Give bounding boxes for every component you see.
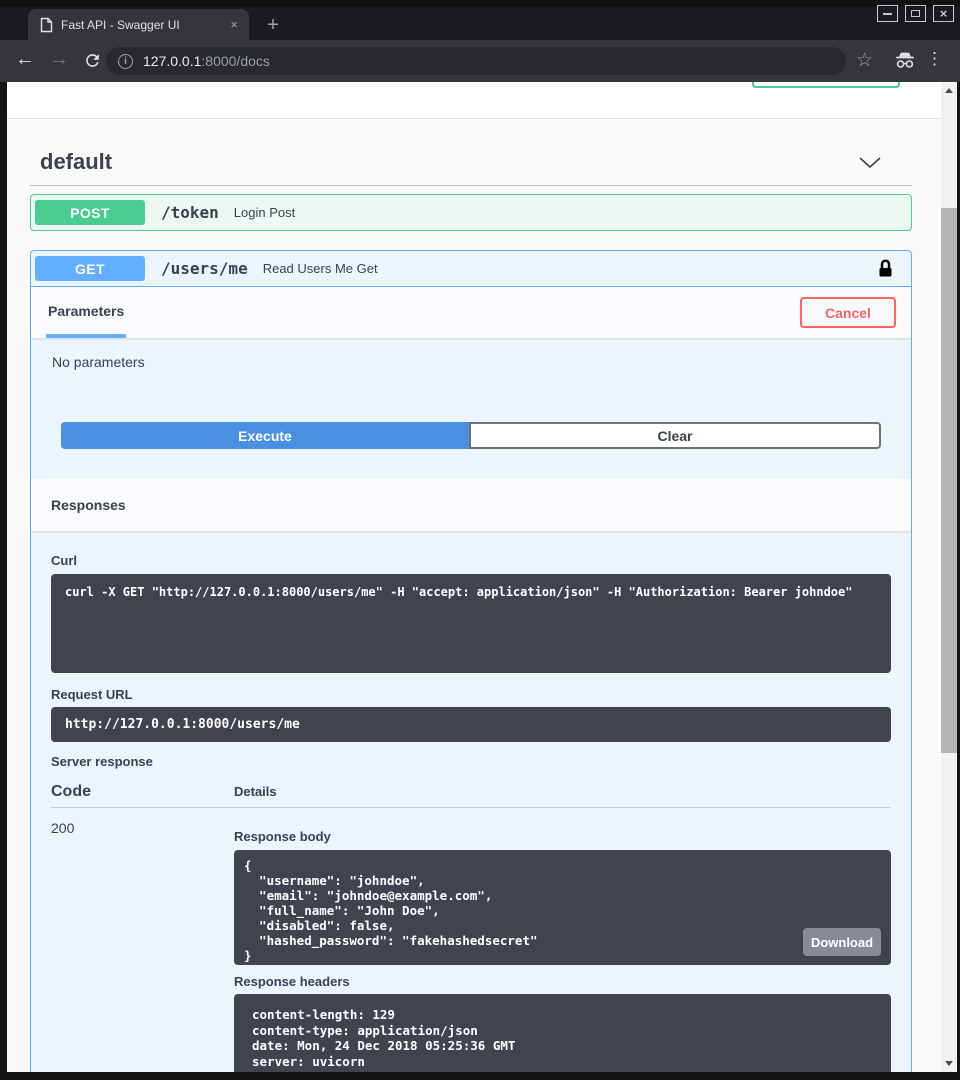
close-icon: × [940, 7, 948, 20]
minimize-icon [883, 13, 892, 15]
swagger-page: default POST /token Login Post GET /user… [7, 82, 941, 1072]
scrollbar-thumb[interactable] [941, 208, 957, 753]
responses-section-header: Responses [31, 479, 911, 531]
post-description: Login Post [234, 205, 295, 220]
curl-code-block: curl -X GET "http://127.0.0.1:8000/users… [51, 574, 891, 673]
browser-titlebar: Fast API - Swagger UI × + × [0, 0, 960, 40]
forward-button[interactable]: → [49, 48, 69, 71]
execute-button[interactable]: Execute [61, 422, 469, 449]
response-body-label: Response body [234, 829, 891, 844]
response-table-header: Code Details [51, 783, 891, 801]
info-section [7, 82, 941, 119]
parameters-section-header: Parameters Cancel [31, 287, 911, 338]
cancel-button[interactable]: Cancel [800, 297, 896, 328]
response-body-block: { "username": "johndoe", "email": "johnd… [234, 850, 891, 965]
url-host: 127.0.0.1 [143, 53, 201, 69]
url-path: :8000/docs [201, 53, 270, 69]
lock-icon[interactable] [878, 259, 893, 278]
request-url-block: http://127.0.0.1:8000/users/me [51, 707, 891, 742]
scroll-up-arrow-icon[interactable] [945, 88, 953, 93]
post-path: /token [161, 203, 219, 222]
server-response-label: Server response [51, 754, 891, 769]
status-code: 200 [51, 820, 234, 1072]
details-column-header: Details [234, 784, 277, 799]
tag-title: default [40, 149, 858, 175]
address-bar[interactable]: i 127.0.0.1:8000/docs [106, 47, 846, 75]
get-path: /users/me [161, 259, 248, 278]
opblock-get-users-me: GET /users/me Read Users Me Get Paramete… [30, 250, 912, 1072]
close-button[interactable]: × [933, 5, 954, 22]
authorize-button-partial[interactable] [752, 82, 900, 88]
scroll-down-arrow-icon[interactable] [945, 1061, 953, 1066]
new-tab-button[interactable]: + [260, 12, 286, 38]
favicon-document-icon [40, 17, 53, 33]
reload-button[interactable] [83, 51, 102, 75]
responses-title: Responses [51, 497, 126, 513]
curl-command: curl -X GET "http://127.0.0.1:8000/users… [65, 585, 877, 600]
post-method-badge: POST [35, 200, 145, 225]
tab-title: Fast API - Swagger UI [61, 18, 227, 32]
download-button[interactable]: Download [803, 928, 881, 956]
table-divider [51, 807, 891, 808]
response-body-json: { "username": "johndoe", "email": "johnd… [244, 858, 881, 963]
browser-toolbar: ← → i 127.0.0.1:8000/docs ☆ ⋮ [0, 40, 960, 82]
maximize-button[interactable] [905, 5, 926, 22]
response-headers-block: content-length: 129 content-type: applic… [234, 994, 891, 1072]
post-summary-row[interactable]: POST /token Login Post [31, 195, 911, 230]
response-headers-text: content-length: 129 content-type: applic… [252, 1007, 873, 1069]
reload-icon [83, 51, 102, 70]
tag-section-header[interactable]: default [30, 139, 912, 186]
clear-button[interactable]: Clear [469, 422, 881, 449]
code-column-header: Code [51, 783, 234, 801]
swagger-content: default POST /token Login Post GET /user… [7, 139, 941, 1072]
response-headers-label: Response headers [234, 974, 891, 989]
incognito-icon[interactable] [895, 52, 915, 74]
page-info-icon[interactable]: i [118, 54, 133, 69]
url-text: 127.0.0.1:8000/docs [143, 53, 270, 69]
execute-button-group: Execute Clear [61, 422, 881, 449]
tab-parameters[interactable]: Parameters [46, 287, 126, 338]
chevron-down-icon[interactable] [858, 156, 882, 169]
get-method-badge: GET [35, 256, 145, 281]
response-details: Response body { "username": "johndoe", "… [234, 820, 891, 1072]
tab-close-icon[interactable]: × [227, 17, 241, 32]
curl-label: Curl [51, 553, 891, 568]
request-url-value: http://127.0.0.1:8000/users/me [65, 717, 877, 732]
page-scrollbar[interactable] [941, 82, 957, 1072]
browser-menu-icon[interactable]: ⋮ [926, 49, 943, 69]
window-controls: × [877, 5, 954, 22]
back-button[interactable]: ← [15, 48, 35, 71]
minimize-button[interactable] [877, 5, 898, 22]
get-summary-row[interactable]: GET /users/me Read Users Me Get [31, 251, 911, 287]
request-url-label: Request URL [51, 687, 891, 702]
responses-body: Curl curl -X GET "http://127.0.0.1:8000/… [31, 531, 911, 1072]
get-description: Read Users Me Get [263, 261, 378, 276]
browser-tab[interactable]: Fast API - Swagger UI × [28, 9, 249, 40]
opblock-post-token: POST /token Login Post [30, 194, 912, 231]
maximize-icon [911, 10, 920, 17]
response-row-200: 200 Response body { "username": "johndoe… [51, 820, 891, 1072]
bookmark-star-icon[interactable]: ☆ [856, 49, 873, 72]
no-parameters-text: No parameters [31, 338, 911, 370]
